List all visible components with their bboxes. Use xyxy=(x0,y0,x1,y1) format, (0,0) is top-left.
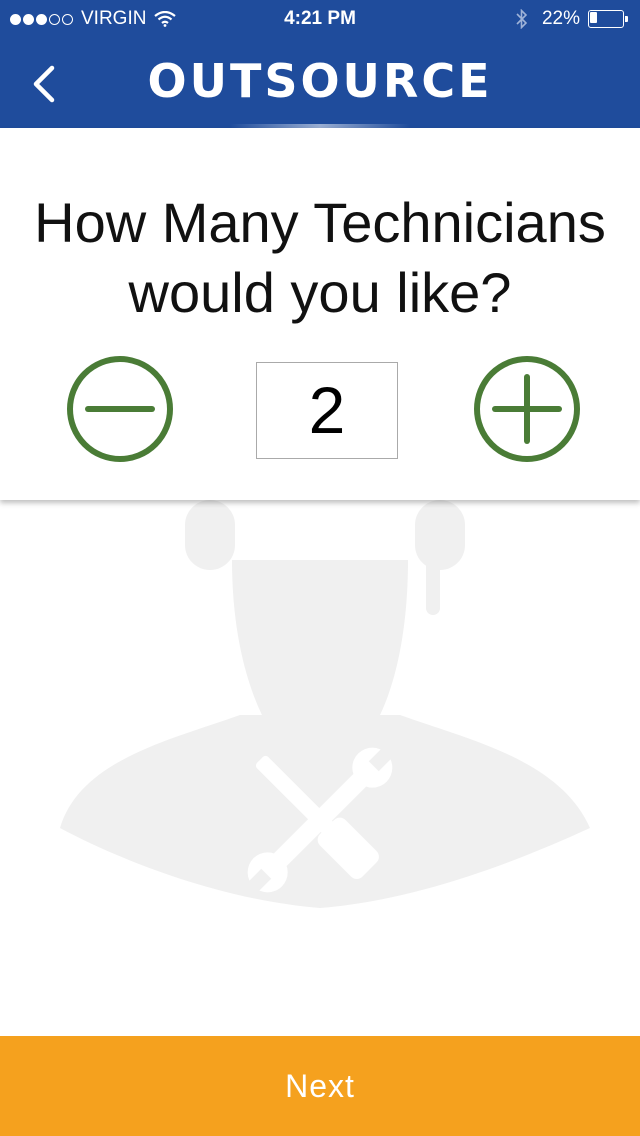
battery-percentage: 22% xyxy=(541,8,580,29)
next-button[interactable]: Next xyxy=(0,1036,640,1136)
navigation-bar: OUTSOURCE xyxy=(0,40,640,128)
question-title: How Many Technicians would you like? xyxy=(34,191,606,324)
bluetooth-icon xyxy=(516,9,528,29)
decrement-button[interactable] xyxy=(66,355,174,463)
status-bar: VIRGIN 4:21 PM 22% xyxy=(0,0,640,40)
minus-circle-icon xyxy=(67,356,173,462)
technician-silhouette-illustration xyxy=(0,500,640,930)
app-header: VIRGIN 4:21 PM 22% OUTSOURCE xyxy=(0,0,640,128)
brand-logo: OUTSOURCE xyxy=(147,54,493,108)
battery-icon xyxy=(588,10,628,28)
increment-button[interactable] xyxy=(473,355,581,463)
technician-count-field[interactable]: 2 xyxy=(256,362,398,459)
question-card: How Many Technicians would you like? 2 xyxy=(0,128,640,500)
plus-circle-icon xyxy=(474,356,580,462)
